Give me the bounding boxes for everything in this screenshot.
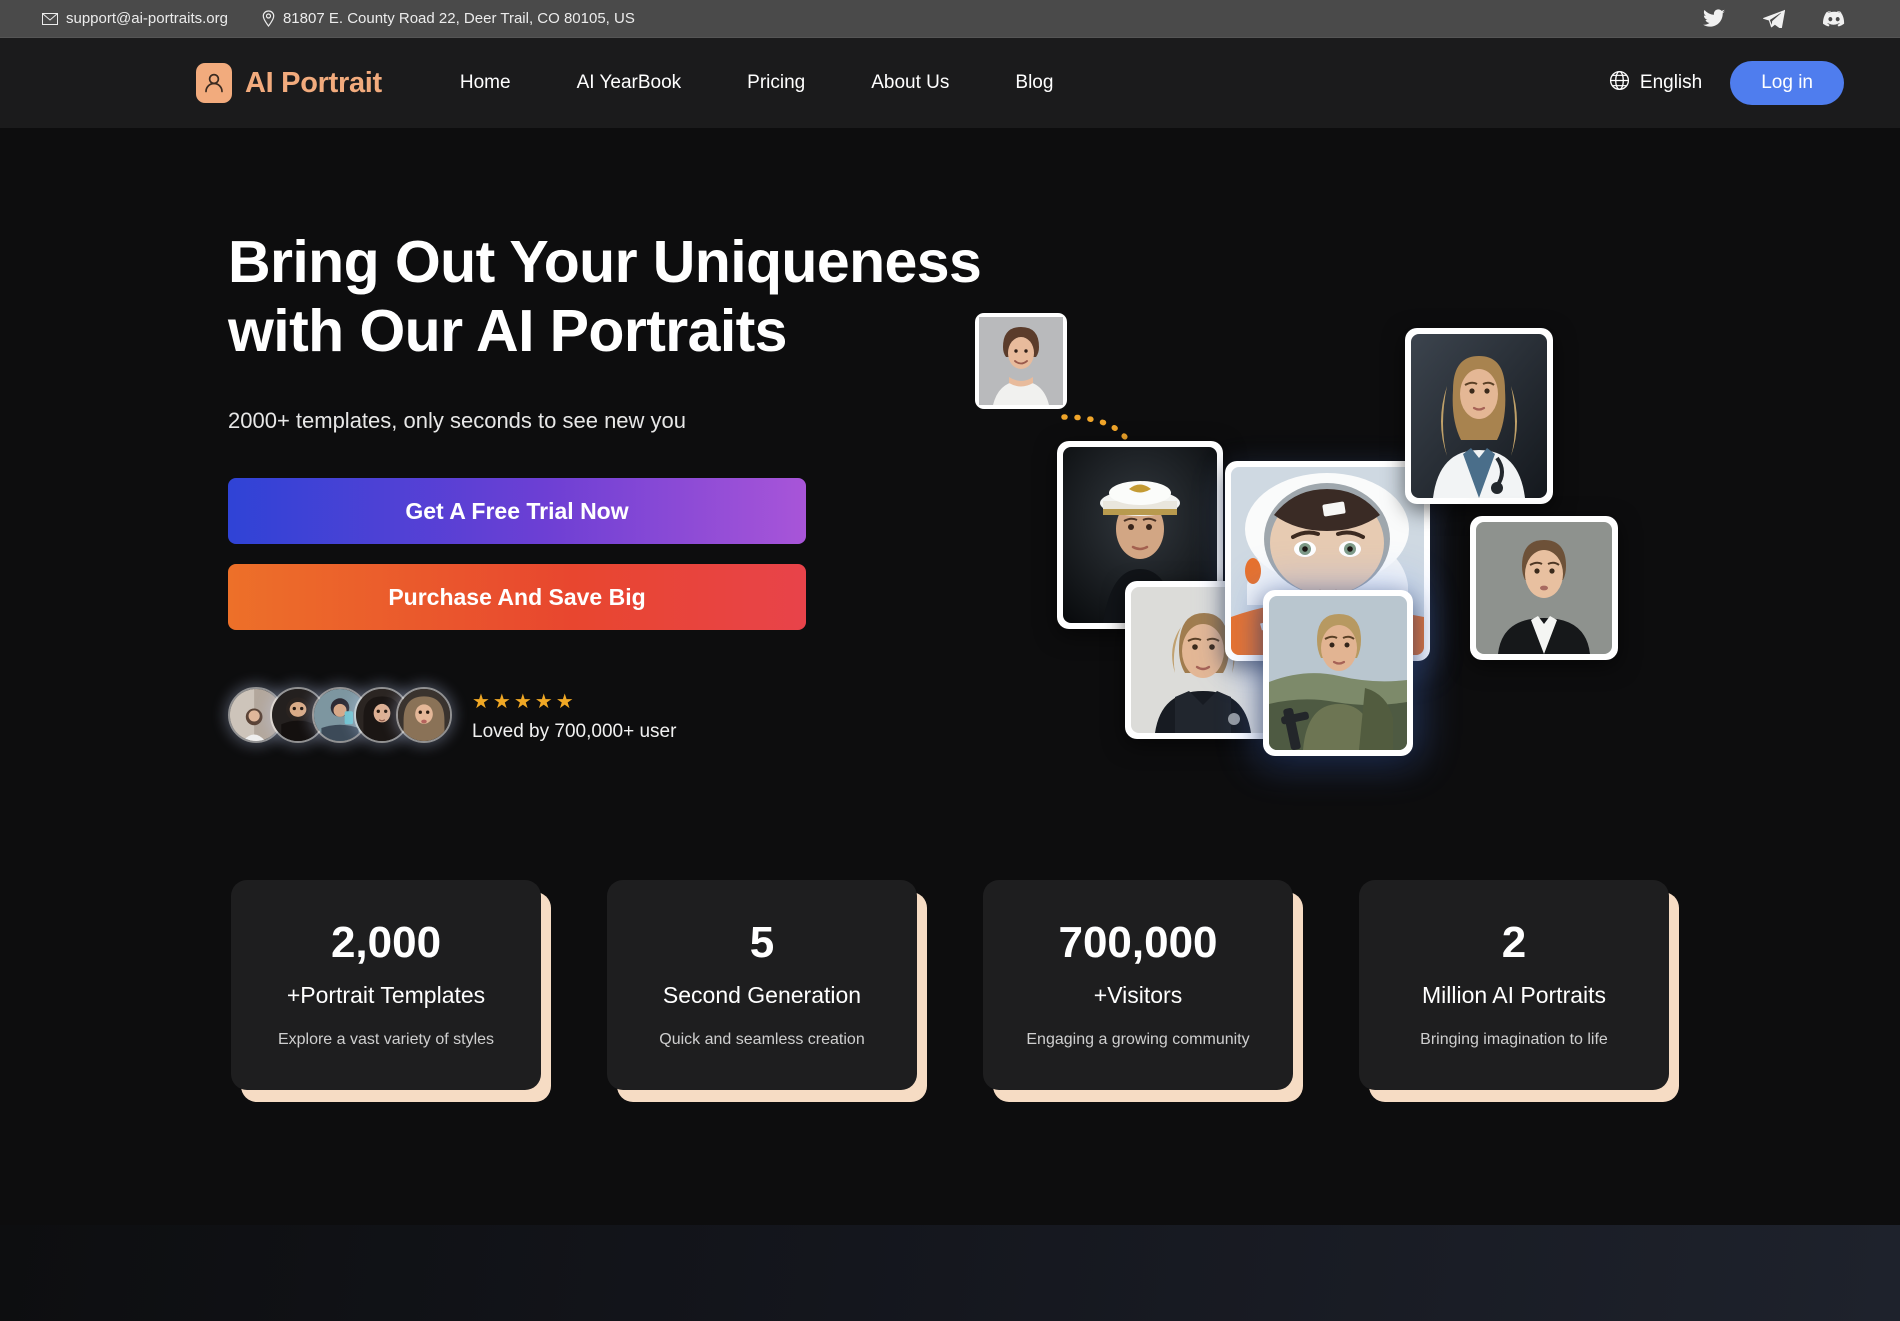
- stat-label: Second Generation: [662, 982, 862, 1008]
- purchase-and-save-button[interactable]: Purchase And Save Big: [228, 564, 806, 631]
- company-address: 81807 E. County Road 22, Deer Trail, CO …: [262, 10, 635, 27]
- headline-line-1: Bring Out Your Uniqueness: [228, 229, 982, 295]
- main-navigation: AI Portrait Home AI YearBook Pricing Abo…: [0, 38, 1900, 128]
- proof-text: ★★★★★ Loved by 700,000+ user: [472, 689, 676, 743]
- stat-desc: Engaging a growing community: [1026, 1031, 1250, 1048]
- globe-icon: [1609, 70, 1630, 97]
- language-label: English: [1639, 72, 1703, 93]
- source-photo-card: [975, 313, 1067, 409]
- envelope-icon: [42, 12, 58, 25]
- stat-card-generation: 5 Second Generation Quick and seamless c…: [607, 880, 927, 1102]
- nav-right-group: English Log in: [1609, 61, 1844, 105]
- stat-card-templates: 2,000 +Portrait Templates Explore a vast…: [231, 880, 551, 1102]
- nav-links: Home AI YearBook Pricing About Us Blog: [427, 72, 1087, 94]
- brand-logo[interactable]: AI Portrait: [196, 63, 382, 103]
- next-section-band: [0, 1225, 1900, 1321]
- avatar: [396, 687, 452, 744]
- stat-desc: Bringing imagination to life: [1420, 1031, 1608, 1048]
- support-email[interactable]: support@ai-portraits.org: [42, 10, 228, 27]
- top-utility-bar: support@ai-portraits.org 81807 E. County…: [0, 0, 1900, 38]
- headline-line-2: with Our AI Portraits: [228, 298, 787, 365]
- login-button[interactable]: Log in: [1730, 61, 1844, 105]
- stats-row: 2,000 +Portrait Templates Explore a vast…: [0, 880, 1900, 1102]
- nav-link-blog[interactable]: Blog: [982, 72, 1086, 94]
- stat-label: +Portrait Templates: [286, 982, 486, 1008]
- hero-copy: Bring Out Your Uniqueness with Our AI Po…: [228, 228, 988, 745]
- nav-link-ai-yearbook[interactable]: AI YearBook: [544, 72, 715, 94]
- stat-value: 700,000: [1058, 918, 1218, 967]
- map-pin-icon: [262, 10, 275, 27]
- stat-card-portraits: 2 Million AI Portraits Bringing imaginat…: [1359, 880, 1679, 1102]
- nav-link-pricing[interactable]: Pricing: [714, 72, 838, 94]
- brand-name: AI Portrait: [245, 66, 382, 99]
- stat-label: +Visitors: [1093, 982, 1183, 1008]
- social-proof: ★★★★★ Loved by 700,000+ user: [228, 687, 988, 745]
- star-rating: ★★★★★: [472, 691, 577, 714]
- stat-value: 2,000: [330, 918, 442, 967]
- discord-icon[interactable]: [1823, 8, 1845, 30]
- get-free-trial-button[interactable]: Get A Free Trial Now: [228, 478, 806, 545]
- proof-label: Loved by 700,000+ user: [472, 721, 677, 743]
- stat-card-visitors: 700,000 +Visitors Engaging a growing com…: [983, 880, 1303, 1102]
- nav-link-home[interactable]: Home: [427, 72, 544, 94]
- stat-value: 2: [1501, 918, 1527, 967]
- nav-link-about-us[interactable]: About Us: [838, 72, 982, 94]
- hero-section: Bring Out Your Uniqueness with Our AI Po…: [0, 128, 1900, 888]
- portrait-card-doctor[interactable]: [1405, 328, 1553, 504]
- portrait-card-soldier[interactable]: [1263, 590, 1413, 756]
- language-selector[interactable]: English: [1609, 70, 1702, 97]
- stat-desc: Quick and seamless creation: [659, 1031, 865, 1048]
- company-address-text: 81807 E. County Road 22, Deer Trail, CO …: [282, 10, 635, 27]
- stat-desc: Explore a vast variety of styles: [277, 1031, 495, 1048]
- stat-label: Million AI Portraits: [1421, 982, 1607, 1008]
- support-email-text: support@ai-portraits.org: [66, 10, 228, 27]
- user-avatar-icon: [196, 63, 232, 103]
- portrait-collage: [975, 313, 1675, 873]
- social-links: [1703, 8, 1870, 30]
- hero-subhead: 2000+ templates, only seconds to see new…: [228, 408, 687, 434]
- stat-value: 5: [749, 918, 775, 967]
- twitter-icon[interactable]: [1703, 8, 1725, 30]
- telegram-icon[interactable]: [1763, 8, 1785, 30]
- portrait-card-business[interactable]: [1470, 516, 1618, 660]
- avatar-stack: [228, 687, 452, 745]
- topbar-contact-group: support@ai-portraits.org 81807 E. County…: [42, 10, 635, 27]
- page-title: Bring Out Your Uniqueness with Our AI Po…: [228, 228, 988, 366]
